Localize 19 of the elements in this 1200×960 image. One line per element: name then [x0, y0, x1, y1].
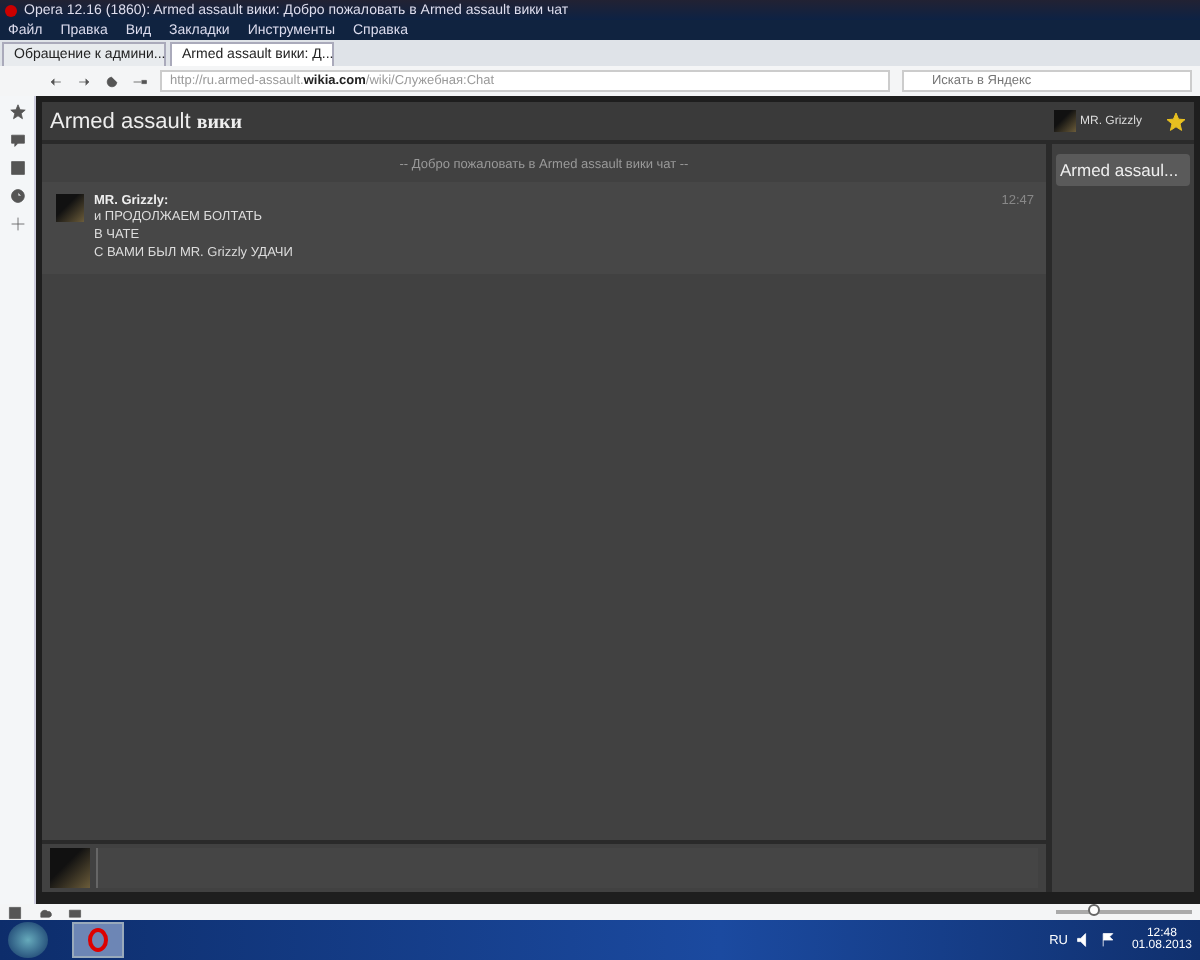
clock-icon[interactable]	[9, 188, 25, 204]
chat-title: Armed assault вики	[50, 109, 245, 133]
user-avatar	[50, 848, 90, 888]
star-icon[interactable]	[1166, 111, 1186, 131]
user-avatar	[1054, 110, 1076, 132]
opera-logo-icon	[88, 928, 108, 952]
opera-logo-icon	[4, 3, 18, 17]
message-input[interactable]	[96, 848, 1038, 888]
room-item[interactable]: Armed assaul...	[1056, 154, 1190, 186]
forward-icon[interactable]	[76, 73, 92, 89]
start-button[interactable]	[8, 922, 48, 958]
slider-thumb[interactable]	[1088, 904, 1101, 916]
back-icon[interactable]	[48, 73, 64, 89]
cloud-icon[interactable]	[38, 905, 52, 919]
flag-icon[interactable]	[1099, 932, 1116, 948]
star-icon[interactable]	[9, 104, 25, 120]
notes-icon[interactable]	[9, 132, 25, 148]
user-avatar	[56, 194, 84, 222]
speaker-icon[interactable]	[1075, 932, 1092, 948]
